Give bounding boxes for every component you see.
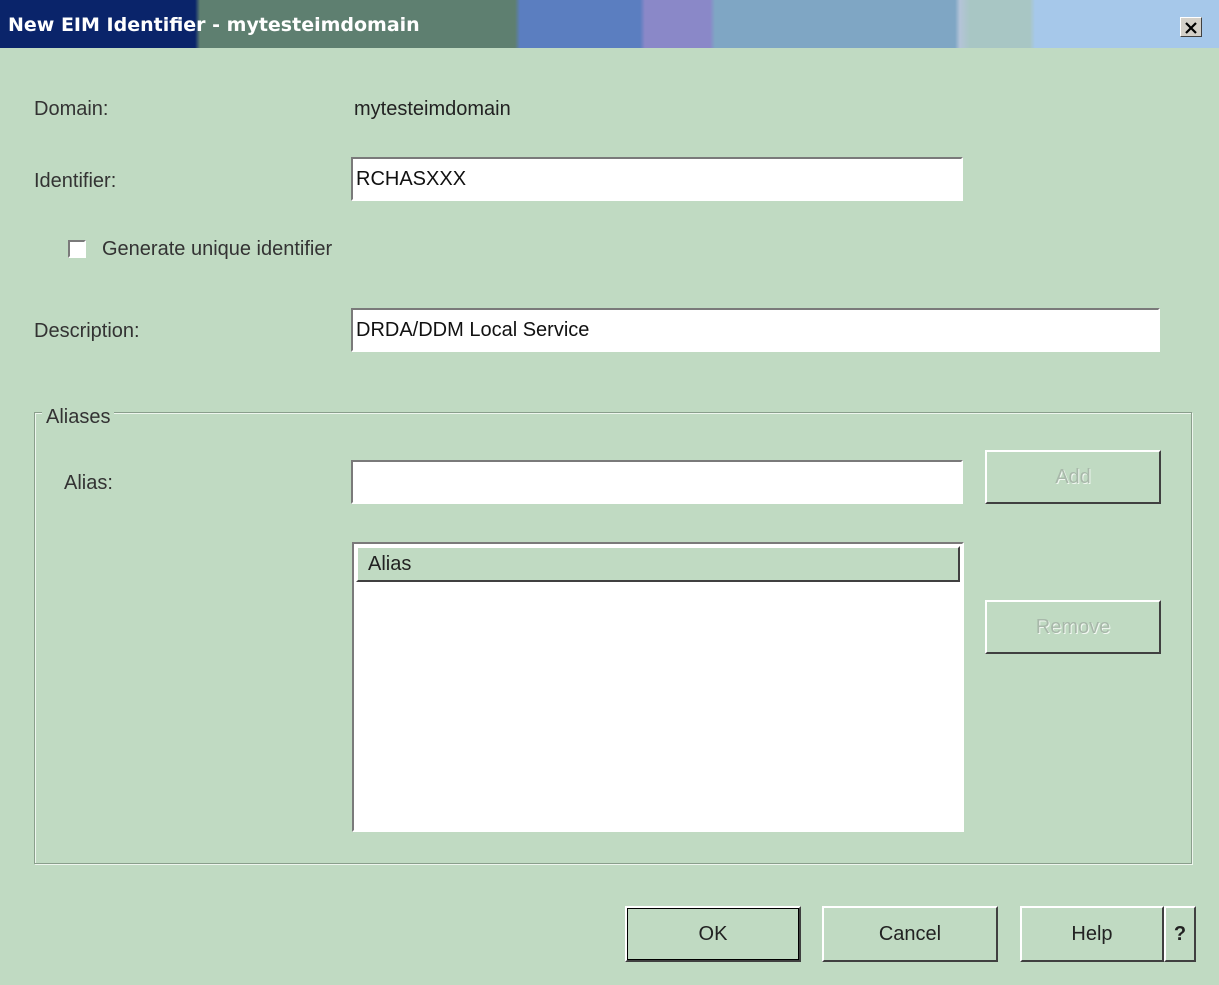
help-button[interactable]: Help (1020, 906, 1164, 962)
close-button[interactable] (1180, 17, 1202, 37)
whats-this-help-button[interactable]: ? (1164, 906, 1196, 962)
alias-input[interactable] (351, 460, 963, 504)
generate-unique-checkbox[interactable] (68, 240, 86, 258)
alias-list[interactable]: Alias (352, 542, 964, 832)
close-icon (1185, 21, 1197, 34)
description-input[interactable] (351, 308, 1160, 352)
ok-button[interactable]: OK (625, 906, 801, 962)
question-mark-icon: ? (1173, 922, 1187, 945)
cancel-button[interactable]: Cancel (822, 906, 998, 962)
aliases-group-title: Aliases (42, 406, 115, 429)
domain-label: Domain: (34, 98, 109, 120)
identifier-input[interactable] (351, 157, 963, 201)
window-title: New EIM Identifier - mytesteimdomain (8, 14, 420, 36)
identifier-label: Identifier: (34, 170, 117, 192)
domain-value: mytesteimdomain (354, 98, 511, 120)
generate-unique-label[interactable]: Generate unique identifier (102, 238, 332, 261)
title-bar[interactable]: New EIM Identifier - mytesteimdomain (0, 0, 1219, 48)
alias-label: Alias: (64, 472, 113, 494)
description-label: Description: (34, 320, 140, 342)
alias-column-header[interactable]: Alias (356, 546, 960, 582)
add-button[interactable]: Add (985, 450, 1161, 504)
remove-button[interactable]: Remove (985, 600, 1161, 654)
